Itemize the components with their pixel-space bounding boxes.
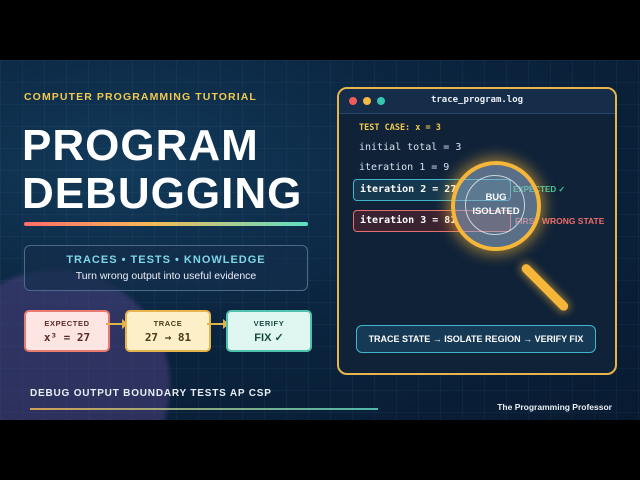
step-label: TRACE — [153, 319, 183, 328]
window-titlebar: trace_program.log — [339, 89, 615, 114]
step-value: FIX ✓ — [254, 332, 284, 344]
log-line: iteration 1 = 9 — [359, 162, 450, 173]
test-case-line: TEST CASE: x = 3 — [359, 123, 441, 133]
lens-label: BUG ISOLATED — [455, 191, 537, 219]
info-box: TRACES • TESTS • KNOWLEDGE Turn wrong ou… — [24, 245, 308, 291]
title-line-2: DEBUGGING — [22, 169, 303, 218]
log-line: iteration 3 = 81 — [360, 215, 457, 226]
step-trace: TRACE 27 → 81 — [125, 310, 211, 352]
step-verify: VERIFY FIX ✓ — [226, 310, 312, 352]
magnifier-handle — [519, 262, 571, 313]
process-banner: TRACE STATE → ISOLATE REGION → VERIFY FI… — [356, 325, 596, 353]
lens-line-1: BUG — [485, 192, 507, 203]
thumbnail-frame: COMPUTER PROGRAMMING TUTORIAL PROGRAM DE… — [0, 60, 640, 420]
log-window: trace_program.log TEST CASE: x = 3 initi… — [337, 87, 617, 375]
page-title: PROGRAM DEBUGGING — [22, 122, 302, 218]
magnifying-glass-icon: BUG ISOLATED — [451, 161, 541, 251]
footer-underline — [30, 408, 378, 410]
title-line-1: PROGRAM — [22, 121, 259, 170]
step-label: EXPECTED — [44, 319, 90, 328]
gradient-divider — [24, 222, 308, 226]
arrow-right-icon — [106, 319, 128, 329]
log-line: initial total = 3 — [359, 142, 462, 153]
step-value: x³ = 27 — [43, 331, 91, 344]
kicker-text: COMPUTER PROGRAMMING TUTORIAL — [24, 91, 257, 103]
info-subline: Turn wrong output into useful evidence — [75, 270, 257, 282]
lens-line-2: ISOLATED — [472, 206, 520, 217]
footer-tags: DEBUG OUTPUT BOUNDARY TESTS AP CSP — [30, 388, 272, 399]
arrow-right-icon — [207, 319, 229, 329]
info-headline: TRACES • TESTS • KNOWLEDGE — [66, 254, 266, 266]
step-value: 27 → 81 — [144, 331, 192, 344]
window-title: trace_program.log — [430, 95, 524, 105]
step-label: VERIFY — [253, 319, 285, 328]
log-line: iteration 2 = 27 — [360, 184, 457, 195]
step-expected: EXPECTED x³ = 27 — [24, 310, 110, 352]
credit-text: The Programming Professor — [497, 402, 612, 412]
